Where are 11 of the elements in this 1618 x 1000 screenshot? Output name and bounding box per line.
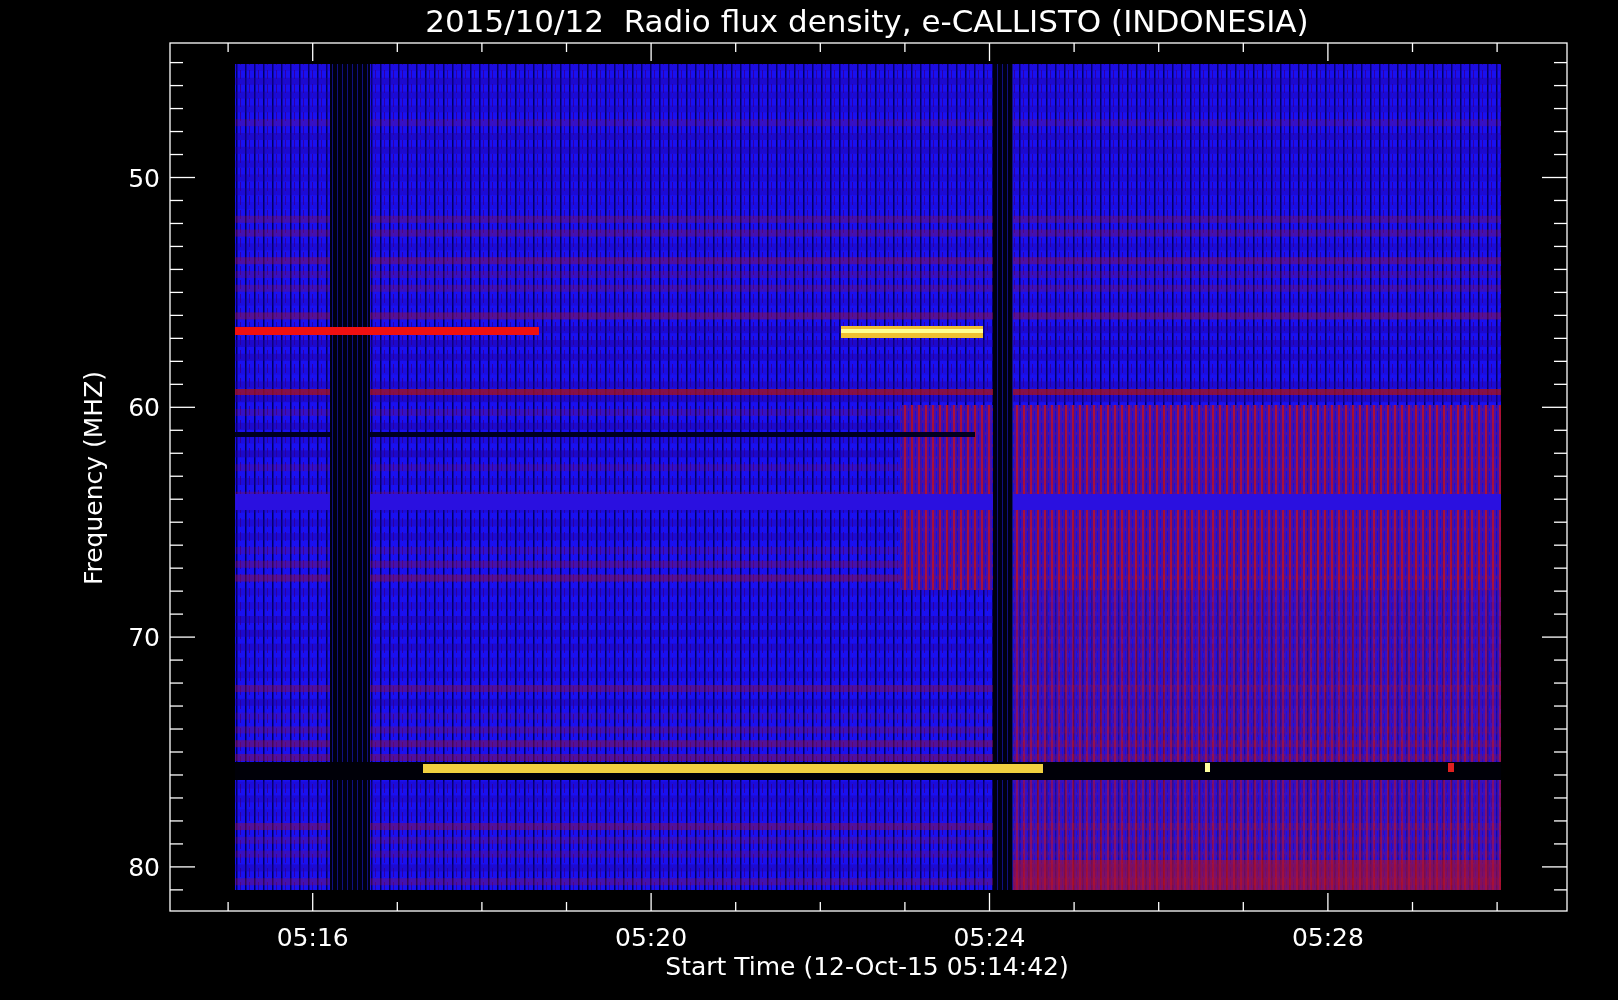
x-tick-label: 05:24 — [953, 923, 1026, 952]
x-tick-label: 05:20 — [615, 923, 688, 952]
x-axis-label: Start Time (12-Oct-15 05:14:42) — [665, 952, 1069, 981]
y-tick-label: 50 — [128, 163, 160, 193]
y-axis-label: Frequency (MHZ) — [79, 370, 108, 586]
y-tick-label: 60 — [128, 393, 160, 423]
x-tick-label: 05:28 — [1291, 923, 1364, 952]
x-tick-label: 05:16 — [276, 923, 349, 952]
y-tick-label: 80 — [128, 852, 160, 882]
y-tick-label: 70 — [128, 623, 160, 653]
chart-title: 2015/10/12 Radio flux density, e-CALLISTO (INDONESIA) — [425, 3, 1309, 39]
